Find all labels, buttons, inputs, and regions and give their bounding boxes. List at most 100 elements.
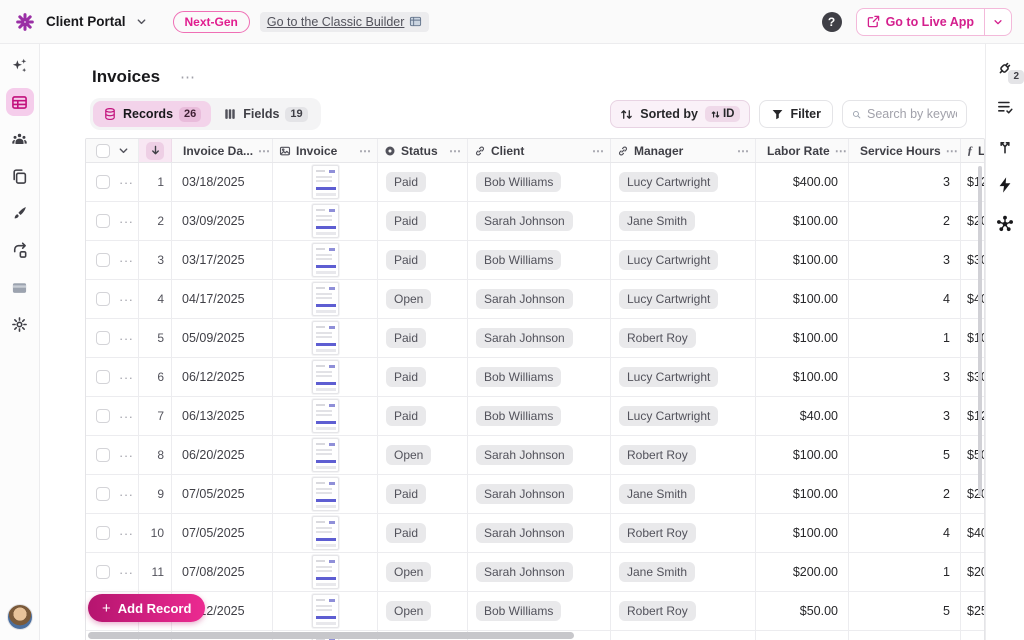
column-menu-icon[interactable]: ⋯ bbox=[592, 144, 604, 158]
user-avatar[interactable] bbox=[7, 604, 33, 630]
sidebar-item-workflows[interactable] bbox=[6, 236, 34, 264]
cell-invoice-date[interactable]: 07/05/2025 bbox=[172, 514, 273, 552]
invoice-thumbnail[interactable] bbox=[312, 204, 339, 238]
client-badge[interactable]: Bob Williams bbox=[476, 172, 561, 192]
invoice-thumbnail[interactable] bbox=[312, 555, 339, 589]
cell-service-hours[interactable]: 5 bbox=[849, 436, 961, 474]
client-badge[interactable]: Bob Williams bbox=[476, 601, 561, 621]
sidebar-item-users[interactable] bbox=[6, 125, 34, 153]
cell-invoice-file[interactable] bbox=[273, 241, 378, 279]
column-header-formula[interactable]: ƒ L bbox=[961, 139, 985, 162]
add-record-button[interactable]: + Add Record bbox=[88, 594, 205, 622]
cell-service-hours[interactable]: 3 bbox=[849, 358, 961, 396]
table-row[interactable]: ··· 2 03/09/2025 Paid Sarah Johnson Jane… bbox=[86, 202, 984, 241]
client-badge[interactable]: Sarah Johnson bbox=[476, 445, 573, 465]
client-badge[interactable]: Bob Williams bbox=[476, 406, 561, 426]
invoice-thumbnail[interactable] bbox=[312, 594, 339, 628]
manager-badge[interactable]: Jane Smith bbox=[619, 211, 695, 231]
cell-invoice-file[interactable] bbox=[273, 280, 378, 318]
row-menu-icon[interactable]: ··· bbox=[119, 331, 134, 346]
live-app-dropdown-chevron-icon[interactable] bbox=[984, 9, 1011, 35]
client-badge[interactable]: Sarah Johnson bbox=[476, 523, 573, 543]
manager-badge[interactable]: Lucy Cartwright bbox=[619, 406, 718, 426]
invoice-thumbnail[interactable] bbox=[312, 477, 339, 511]
filter-button[interactable]: Filter bbox=[759, 100, 833, 128]
status-badge[interactable]: Paid bbox=[386, 250, 426, 270]
table-row[interactable]: ··· 9 07/05/2025 Paid Sarah Johnson Jane… bbox=[86, 475, 984, 514]
sidebar-item-ai-sparkles[interactable] bbox=[6, 51, 34, 79]
cell-invoice-date[interactable]: 04/17/2025 bbox=[172, 280, 273, 318]
status-badge[interactable]: Paid bbox=[386, 367, 426, 387]
cell-service-hours[interactable]: 2 bbox=[849, 202, 961, 240]
automations-icon[interactable] bbox=[993, 173, 1017, 197]
cell-labor-rate[interactable]: $100.00 bbox=[756, 241, 849, 279]
status-badge[interactable]: Paid bbox=[386, 211, 426, 231]
cell-labor-rate[interactable]: $100.00 bbox=[756, 319, 849, 357]
status-badge[interactable]: Open bbox=[386, 601, 431, 621]
cell-service-hours[interactable]: 5 bbox=[849, 592, 961, 630]
row-checkbox[interactable] bbox=[96, 526, 110, 540]
table-row[interactable]: ··· 5 05/09/2025 Paid Sarah Johnson Robe… bbox=[86, 319, 984, 358]
go-to-live-app-button[interactable]: Go to Live App bbox=[856, 8, 1012, 36]
cell-invoice-file[interactable] bbox=[273, 319, 378, 357]
manager-badge[interactable]: Lucy Cartwright bbox=[619, 367, 718, 387]
table-row[interactable]: ··· 1 03/18/2025 Paid Bob Williams Lucy … bbox=[86, 163, 984, 202]
select-all-checkbox[interactable] bbox=[96, 144, 110, 158]
column-header-manager[interactable]: Manager ⋯ bbox=[611, 139, 756, 162]
cell-invoice-file[interactable] bbox=[273, 475, 378, 513]
invoice-thumbnail[interactable] bbox=[312, 516, 339, 550]
tasks-check-icon[interactable] bbox=[993, 95, 1017, 119]
cell-labor-rate[interactable]: $400.00 bbox=[756, 163, 849, 201]
row-checkbox[interactable] bbox=[96, 331, 110, 345]
horizontal-scrollbar[interactable] bbox=[88, 632, 574, 639]
cell-labor-rate[interactable]: $100.00 bbox=[756, 358, 849, 396]
cell-invoice-file[interactable] bbox=[273, 397, 378, 435]
invoice-thumbnail[interactable] bbox=[312, 360, 339, 394]
manager-badge[interactable]: Jane Smith bbox=[619, 484, 695, 504]
cell-invoice-date[interactable]: 06/20/2025 bbox=[172, 436, 273, 474]
cell-service-hours[interactable]: 3 bbox=[849, 397, 961, 435]
row-checkbox[interactable] bbox=[96, 565, 110, 579]
row-checkbox[interactable] bbox=[96, 214, 110, 228]
manager-badge[interactable]: Robert Roy bbox=[619, 601, 696, 621]
column-menu-icon[interactable]: ⋯ bbox=[359, 144, 371, 158]
cell-invoice-file[interactable] bbox=[273, 202, 378, 240]
search-input[interactable] bbox=[867, 107, 957, 121]
status-badge[interactable]: Open bbox=[386, 445, 431, 465]
page-menu-icon[interactable]: ⋯ bbox=[180, 68, 196, 86]
tab-records[interactable]: Records 26 bbox=[93, 101, 211, 127]
table-row[interactable]: ··· 8 06/20/2025 Open Sarah Johnson Robe… bbox=[86, 436, 984, 475]
row-menu-icon[interactable]: ··· bbox=[119, 409, 134, 424]
status-badge[interactable]: Paid bbox=[386, 328, 426, 348]
status-badge[interactable]: Paid bbox=[386, 406, 426, 426]
vertical-scrollbar[interactable] bbox=[978, 166, 982, 496]
cell-invoice-date[interactable]: 06/13/2025 bbox=[172, 397, 273, 435]
cell-service-hours[interactable] bbox=[849, 631, 961, 640]
table-row[interactable]: ··· 7 06/13/2025 Paid Bob Williams Lucy … bbox=[86, 397, 984, 436]
invoice-thumbnail[interactable] bbox=[312, 282, 339, 316]
cell-invoice-date[interactable]: 03/18/2025 bbox=[172, 163, 273, 201]
table-row[interactable]: ··· 12 07/12/2025 Open Bob Williams Robe… bbox=[86, 592, 984, 631]
client-badge[interactable]: Sarah Johnson bbox=[476, 289, 573, 309]
sidebar-item-pages[interactable] bbox=[6, 162, 34, 190]
cell-invoice-file[interactable] bbox=[273, 358, 378, 396]
cell-invoice-date[interactable]: 03/17/2025 bbox=[172, 241, 273, 279]
connections-icon[interactable]: 2 bbox=[993, 56, 1017, 80]
row-menu-icon[interactable]: ··· bbox=[119, 448, 134, 463]
cell-invoice-file[interactable] bbox=[273, 163, 378, 201]
invoice-thumbnail[interactable] bbox=[312, 438, 339, 472]
invoice-thumbnail[interactable] bbox=[312, 165, 339, 199]
cell-labor-rate[interactable] bbox=[756, 631, 849, 640]
manager-badge[interactable]: Lucy Cartwright bbox=[619, 289, 718, 309]
table-row[interactable]: ··· 6 06/12/2025 Paid Bob Williams Lucy … bbox=[86, 358, 984, 397]
table-row[interactable]: ··· 4 04/17/2025 Open Sarah Johnson Lucy… bbox=[86, 280, 984, 319]
search-box[interactable] bbox=[842, 100, 967, 128]
cell-labor-rate[interactable]: $100.00 bbox=[756, 280, 849, 318]
cell-labor-rate[interactable]: $100.00 bbox=[756, 514, 849, 552]
cell-labor-rate[interactable]: $100.00 bbox=[756, 436, 849, 474]
table-row[interactable]: ··· 10 07/05/2025 Paid Sarah Johnson Rob… bbox=[86, 514, 984, 553]
sidebar-item-settings-gear-icon[interactable] bbox=[6, 310, 34, 338]
sidebar-item-theme-brush[interactable] bbox=[6, 199, 34, 227]
cell-invoice-file[interactable] bbox=[273, 514, 378, 552]
row-menu-icon[interactable]: ··· bbox=[119, 292, 134, 307]
